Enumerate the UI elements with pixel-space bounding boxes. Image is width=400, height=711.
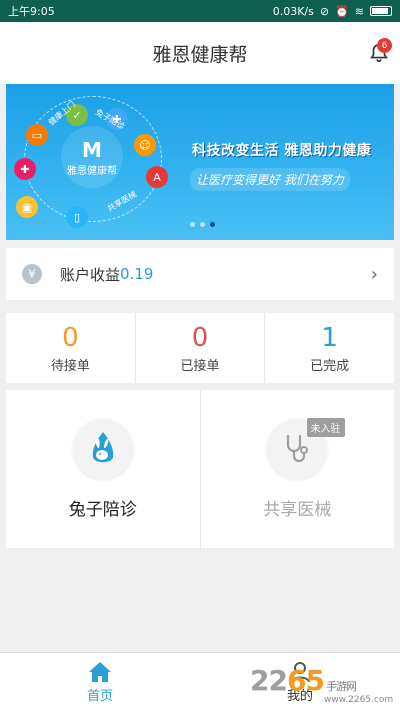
promo-banner[interactable]: ✓ ✚ ☺ A ▭ ✚ ▣ ▯ M 雅恩健康帮 健康上门 兔子陪诊 共享医械 科… bbox=[6, 84, 394, 240]
service-icon-wrap bbox=[72, 418, 133, 479]
carousel-dot-active[interactable] bbox=[210, 222, 215, 227]
tab-home[interactable]: 首页 bbox=[0, 653, 200, 711]
chevron-right-icon: › bbox=[370, 263, 378, 285]
stat-accepted[interactable]: 0 已接单 bbox=[136, 313, 266, 383]
banner-logo: M 雅恩健康帮 bbox=[61, 126, 123, 188]
carousel-dot[interactable] bbox=[200, 222, 205, 227]
alarm-icon: ⏰ bbox=[335, 4, 349, 18]
service-shared-equipment[interactable]: 未入驻 共享医械 bbox=[201, 390, 395, 548]
service-name: 兔子陪诊 bbox=[68, 499, 137, 520]
watermark-brand-a: 22 bbox=[250, 664, 288, 697]
banner-subslogan: 让医疗变得更好 我们在努力 bbox=[190, 168, 350, 191]
watermark-url: www.2265.com bbox=[324, 695, 394, 705]
network-speed: 0.03K/s bbox=[272, 4, 314, 18]
watermark-suffix: 手游网 bbox=[325, 680, 357, 693]
earnings-value: 0.19 bbox=[120, 265, 154, 283]
service-rabbit-escort[interactable]: 兔子陪诊 bbox=[6, 390, 201, 548]
notification-badge: 6 bbox=[377, 38, 392, 53]
home-icon bbox=[89, 661, 111, 682]
status-bar: 上午9:05 0.03K/s ⊘ ⏰ ≋ bbox=[0, 0, 400, 22]
banner-logo-text: 雅恩健康帮 bbox=[67, 165, 117, 177]
wifi-icon: ≋ bbox=[354, 4, 364, 18]
status-icons: 0.03K/s ⊘ ⏰ ≋ bbox=[273, 5, 392, 18]
earnings-label: 账户收益 bbox=[60, 265, 121, 284]
mute-icon: ⊘ bbox=[319, 4, 330, 18]
stat-label: 已接单 bbox=[180, 358, 220, 374]
phone-icon: ▯ bbox=[66, 206, 88, 228]
medkit-icon: ✚ bbox=[14, 158, 36, 180]
not-joined-tag: 未入驻 bbox=[306, 418, 345, 437]
stat-pending[interactable]: 0 待接单 bbox=[6, 313, 136, 383]
banner-slogan: 科技改变生活 雅恩助力健康 bbox=[192, 143, 372, 159]
stat-label: 已完成 bbox=[310, 358, 350, 374]
bed-icon: ▭ bbox=[26, 124, 48, 146]
logo-mark-icon: M bbox=[82, 137, 102, 162]
stat-label: 待接单 bbox=[50, 358, 90, 374]
carousel-dot[interactable] bbox=[190, 222, 195, 227]
stat-count: 0 bbox=[191, 322, 209, 353]
services-grid: 兔子陪诊 未入驻 共享医械 bbox=[6, 390, 394, 548]
toolbox-icon: ▣ bbox=[16, 196, 38, 218]
app-header: 雅恩健康帮 6 bbox=[0, 22, 400, 84]
tab-label: 首页 bbox=[86, 688, 113, 704]
page-title: 雅恩健康帮 bbox=[152, 43, 248, 66]
stat-completed[interactable]: 1 已完成 bbox=[265, 313, 394, 383]
order-stats: 0 待接单 0 已接单 1 已完成 bbox=[6, 313, 394, 383]
account-earnings-row[interactable]: ¥ 账户收益 0.19 › bbox=[6, 248, 394, 300]
status-time: 上午9:05 bbox=[8, 5, 55, 18]
yen-icon: ¥ bbox=[22, 264, 42, 284]
watermark-brand-b: 65 bbox=[286, 664, 325, 697]
stat-count: 0 bbox=[62, 322, 79, 353]
site-watermark: 2265 手游网 www.2265.com bbox=[250, 664, 393, 705]
service-name: 共享医械 bbox=[263, 499, 332, 520]
ambulance-icon: A bbox=[146, 166, 168, 188]
stat-count: 1 bbox=[321, 322, 338, 353]
battery-icon bbox=[370, 6, 392, 16]
carousel-indicator[interactable] bbox=[190, 222, 215, 227]
rabbit-icon bbox=[92, 431, 113, 462]
doctor-icon: ☺ bbox=[134, 134, 156, 156]
